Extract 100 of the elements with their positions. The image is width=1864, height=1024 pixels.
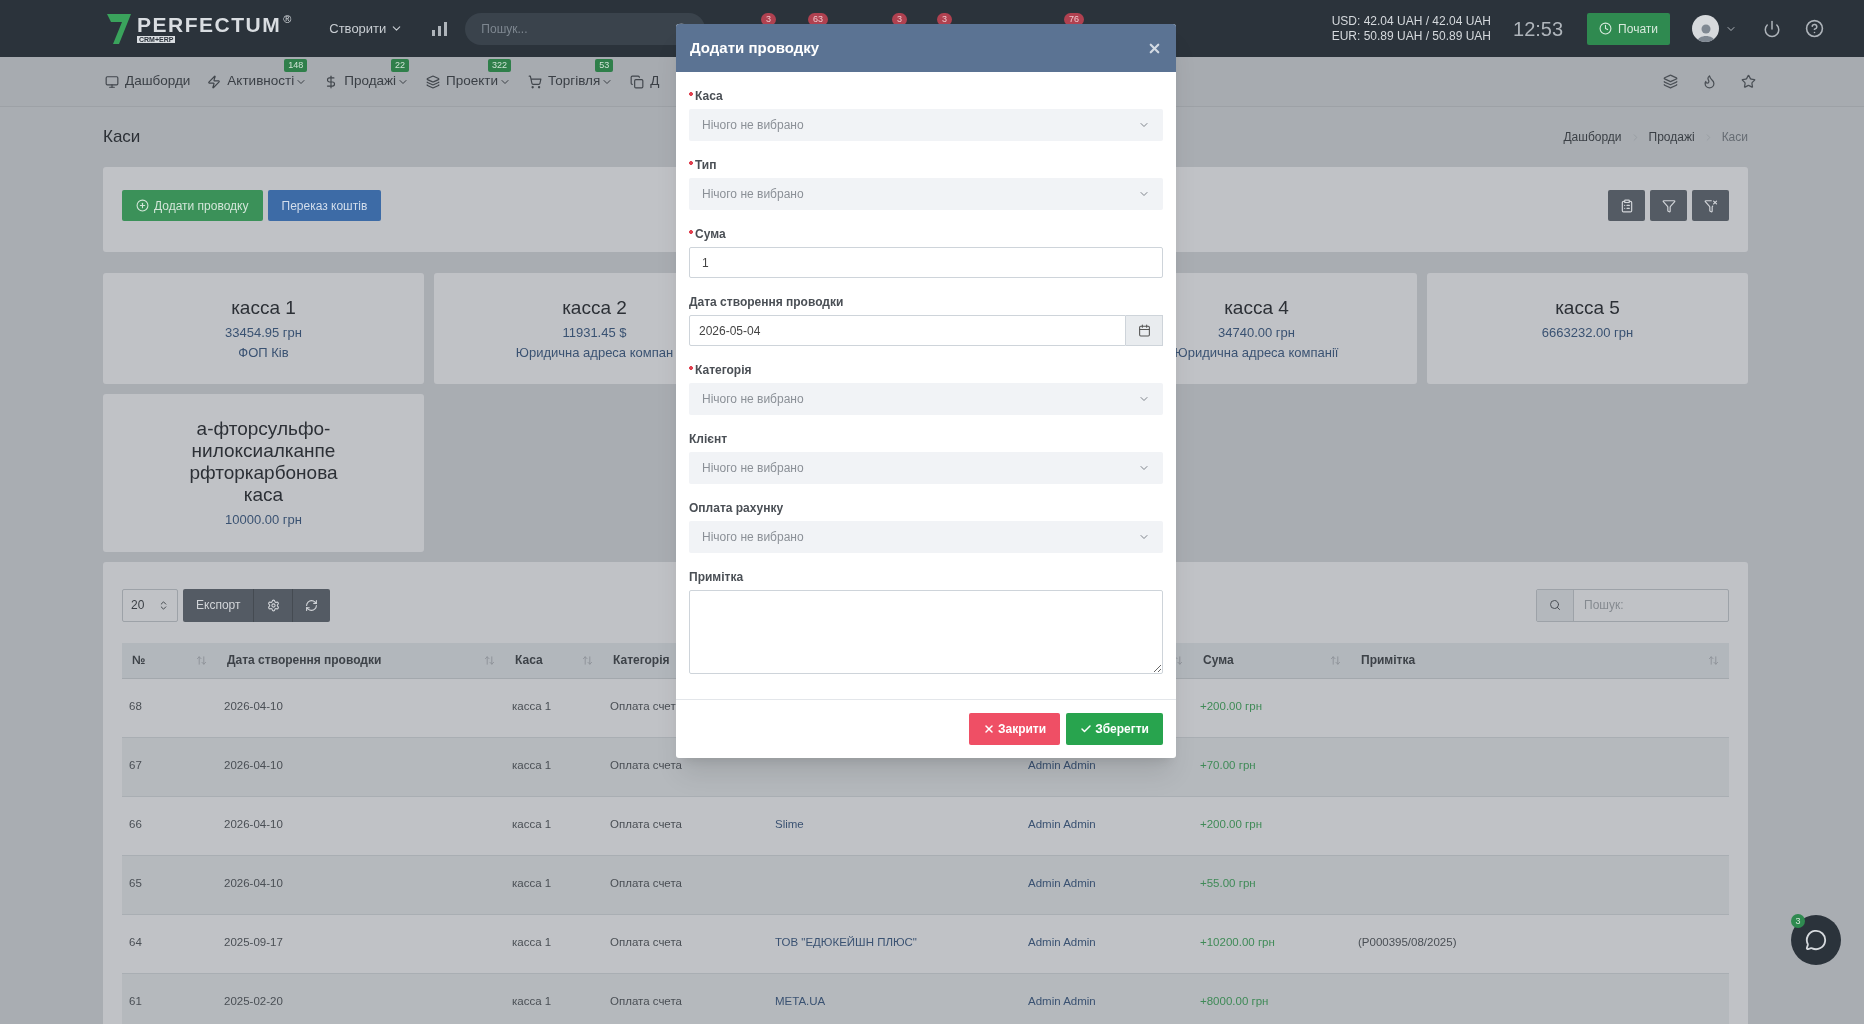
nav-item[interactable]: Продажі [344, 71, 410, 92]
logo-text: PERFECTUM [137, 14, 282, 35]
cashbox-balance: 11931.45 $ [562, 324, 627, 342]
exchange-rate: EUR: 50.89 UAH / 50.89 UAH [1331, 28, 1492, 44]
table-cell: Admin Admin [1028, 876, 1096, 889]
select-field[interactable]: Нічого не вибрано [689, 452, 1163, 484]
table-cell: 67 [129, 758, 142, 771]
start-button[interactable]: Почати [1587, 12, 1670, 45]
table-cell: касса 1 [512, 876, 552, 889]
company-name: Юридична адреса компан [515, 343, 674, 362]
table-cell: +200.00 грн [1200, 817, 1263, 830]
close-button[interactable]: Закрити [968, 713, 1061, 745]
cashbox-name: а-фторсульфо-нилоксиалканпе рфторкарбонова каса [188, 418, 339, 506]
table-cell: Оплата счет [610, 699, 676, 712]
export-button[interactable]: Експорт [183, 588, 255, 622]
registered-mark: ® [283, 14, 292, 25]
table-cell: Оплата счета [610, 817, 682, 830]
chat-badge: 3 [1791, 914, 1805, 928]
field-label: Сума [689, 227, 726, 242]
column-header[interactable]: Примітка [1361, 651, 1416, 669]
count-badge: 53 [595, 59, 614, 73]
table-cell: +70.00 грн [1200, 758, 1256, 771]
table-cell: 2025-09-17 [224, 935, 283, 948]
cashbox-card[interactable]: а-фторсульфо-нилоксиалканпе рфторкарбонова каса 10000.00 грн [103, 394, 424, 552]
table-cell: касса 1 [512, 994, 552, 1007]
breadcrumb[interactable]: Продажі [1648, 128, 1695, 146]
table-cell: Admin Admin [1028, 994, 1096, 1007]
add-entry-button[interactable]: Додати проводку [122, 190, 263, 221]
cashbox-balance: 33454.95 грн [225, 324, 302, 342]
table-cell: Admin Admin [1028, 817, 1096, 830]
cashbox-name: касса 2 [562, 297, 627, 319]
select-field[interactable]: Нічого не вибрано [689, 521, 1163, 553]
cashbox-balance: 10000.00 грн [225, 511, 302, 529]
table-cell: Slime [775, 817, 804, 830]
column-header[interactable]: № [132, 651, 146, 669]
company-name: ФОП Кiв [238, 343, 289, 362]
table-cell: 2026-04-10 [224, 876, 283, 889]
page-size-select[interactable]: 20 [122, 588, 178, 622]
field-label: Клієнт [689, 432, 728, 447]
table-cell: META.UA [775, 994, 826, 1007]
cashbox-balance: 6663232.00 грн [1541, 324, 1634, 342]
cashbox-balance: 34740.00 грн [1218, 324, 1295, 342]
cashbox-name: касса 5 [1555, 297, 1620, 319]
table-cell: 61 [129, 994, 142, 1007]
table-cell: +55.00 грн [1200, 876, 1256, 889]
date-field[interactable]: 2026-05-04 [689, 315, 1126, 346]
create-menu[interactable]: Створити [329, 18, 404, 39]
table-cell: 2026-04-10 [224, 758, 283, 771]
breadcrumb[interactable]: Дашборди [1563, 128, 1622, 146]
page-title: Каси [103, 126, 141, 149]
table-cell: 2025-02-20 [224, 994, 283, 1007]
table-cell: 64 [129, 935, 142, 948]
clock: 12:53 [1513, 16, 1564, 42]
table-cell: Admin Admin [1028, 935, 1096, 948]
column-header[interactable]: Дата створення проводки [227, 651, 382, 669]
table-cell: касса 1 [512, 699, 552, 712]
column-header[interactable]: Каса [515, 651, 543, 669]
search-input[interactable]: Пошук: [1574, 589, 1728, 621]
table-cell: 2026-04-10 [224, 817, 283, 830]
nav-item[interactable]: Д [650, 71, 660, 92]
nav-item[interactable]: Проекти [446, 71, 512, 92]
table-cell: ТОВ "ЕДЮКЕЙШН ПЛЮС" [775, 935, 917, 948]
company-name: Юридична адреса компанії [1174, 343, 1339, 362]
save-button[interactable]: Зберегти [1066, 713, 1163, 745]
table-cell: (P000395/08/2025) [1358, 935, 1457, 948]
nav-item[interactable]: Торгівля [548, 71, 614, 92]
count-badge: 322 [488, 59, 512, 73]
exchange-rate: USD: 42.04 UAH / 42.04 UAH [1331, 13, 1492, 29]
field-label: Категорія [689, 363, 752, 378]
search-field[interactable]: Пошук: [1536, 588, 1729, 622]
table-cell: касса 1 [512, 758, 552, 771]
chat-button[interactable]: 3 [1791, 915, 1841, 965]
nav-item[interactable]: Дашборди [125, 71, 191, 92]
search-input[interactable]: Пошук... [481, 19, 676, 38]
table-cell: Admin Admin [1028, 758, 1096, 771]
table-cell: касса 1 [512, 935, 552, 948]
table-cell: 2026-04-10 [224, 699, 283, 712]
table-cell: +8000.00 грн [1200, 994, 1269, 1007]
table-cell: +200.00 грн [1200, 699, 1263, 712]
breadcrumb[interactable]: Каси [1721, 128, 1748, 146]
input-field[interactable]: 1 [689, 247, 1163, 278]
table-cell: Оплата счета [610, 758, 682, 771]
table-cell: Оплата счета [610, 876, 682, 889]
count-badge: 22 [391, 59, 410, 73]
select-field[interactable]: Нічого не вибрано [689, 109, 1163, 141]
cashbox-card[interactable]: касса 5 6663232.00 грн [1427, 273, 1748, 384]
select-field[interactable]: Нічого не вибрано [689, 178, 1163, 210]
table-cell: касса 1 [512, 817, 552, 830]
transfer-button[interactable]: Переказ коштів [267, 190, 382, 221]
nav-item[interactable]: Активності [227, 71, 308, 92]
table-cell: 65 [129, 876, 142, 889]
table-cell: 68 [129, 699, 142, 712]
field-label: Оплата рахунку [689, 501, 784, 516]
table-cell: +10200.00 грн [1200, 935, 1275, 948]
column-header[interactable]: Категорія [613, 651, 670, 669]
count-badge: 148 [284, 59, 308, 73]
column-header[interactable]: Сума [1203, 651, 1234, 669]
table-cell: Оплата счета [610, 935, 682, 948]
cashbox-card[interactable]: касса 1 33454.95 грн ФОП Кiв [103, 273, 424, 384]
select-field[interactable]: Нічого не вибрано [689, 383, 1163, 415]
